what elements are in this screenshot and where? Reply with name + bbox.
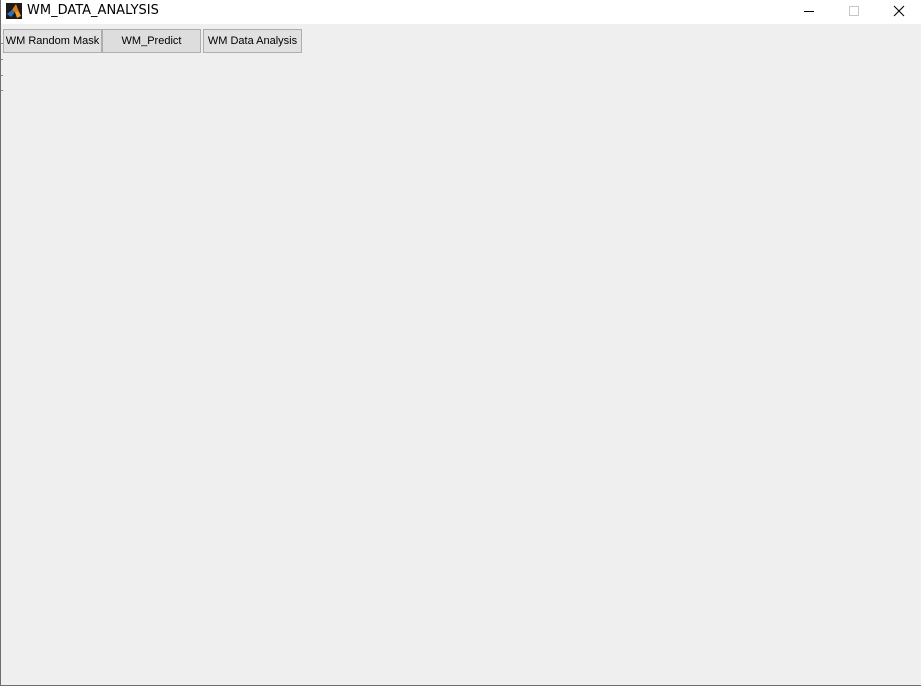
minimize-icon <box>804 11 814 12</box>
wm-predict-button[interactable]: WM_Predict <box>102 29 201 53</box>
window-title: WM_DATA_ANALYSIS <box>27 3 159 18</box>
wm-data-analysis-button[interactable]: WM Data Analysis <box>203 29 302 53</box>
close-icon <box>893 5 905 17</box>
matlab-icon[interactable] <box>6 3 22 19</box>
maximize-button[interactable] <box>831 0 876 24</box>
close-button[interactable] <box>876 0 921 24</box>
minimize-button[interactable] <box>786 0 831 24</box>
edge-mark <box>1 75 3 76</box>
title-bar[interactable]: WM_DATA_ANALYSIS <box>1 0 921 24</box>
maximize-icon <box>849 6 859 16</box>
edge-mark <box>1 90 3 91</box>
edge-mark <box>1 59 3 60</box>
wm-random-mask-button[interactable]: WM Random Mask <box>3 29 102 53</box>
figure-canvas <box>1 24 921 685</box>
app-window: WM_DATA_ANALYSIS WM Random Mask WM_Predi… <box>0 0 921 686</box>
